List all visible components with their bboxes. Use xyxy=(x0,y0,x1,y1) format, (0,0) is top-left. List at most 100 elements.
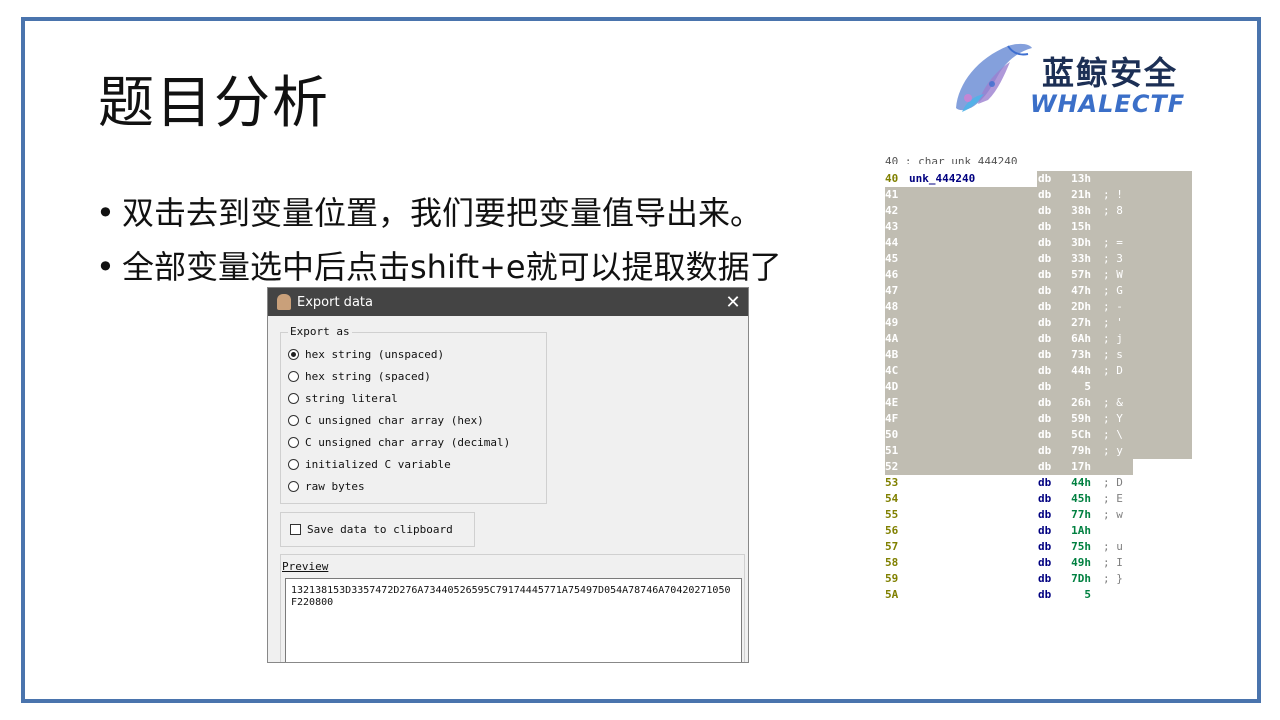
preview-textarea[interactable]: 132138153D3357472D276A73440526595C791744… xyxy=(285,578,742,662)
ida-row[interactable]: 4B db 73h ; s xyxy=(885,347,1195,363)
ida-row[interactable]: 4E db 26h ; & xyxy=(885,395,1195,411)
radio-button[interactable] xyxy=(288,481,299,492)
ida-row[interactable]: 42 db 38h ; 8 xyxy=(885,203,1195,219)
directive: db xyxy=(1038,284,1052,297)
directive: db xyxy=(1038,508,1052,521)
radio-button[interactable] xyxy=(288,459,299,470)
byte-value: 5 xyxy=(1084,588,1091,601)
option-label: hex string (spaced) xyxy=(305,370,431,383)
radio-button[interactable] xyxy=(288,349,299,360)
dialog-titlebar[interactable]: Export data ✕ xyxy=(268,288,748,316)
address: 43 xyxy=(885,220,899,233)
option-c-array-decimal[interactable]: C unsigned char array (decimal) xyxy=(288,436,510,449)
byte-value: 47h xyxy=(1071,284,1091,297)
directive: db xyxy=(1038,380,1052,393)
directive: db xyxy=(1038,396,1052,409)
bullet-list: • 双击去到变量位置，我们要把变量值导出来。 • 全部变量选中后点击shift+e就… xyxy=(96,186,782,294)
ida-partial-line: 40 ; char unk_444240 xyxy=(885,157,1018,164)
ida-row[interactable]: 49 db 27h ; ' xyxy=(885,315,1195,331)
char-comment: ; w xyxy=(1103,508,1123,521)
char-comment: ; 3 xyxy=(1103,252,1123,265)
ida-row[interactable]: 48 db 2Dh ; - xyxy=(885,299,1195,315)
address: 4B xyxy=(885,348,899,361)
checkbox[interactable] xyxy=(290,524,301,535)
dialog-title: Export data xyxy=(297,294,373,310)
directive: db xyxy=(1038,220,1052,233)
char-comment: ; 8 xyxy=(1103,204,1123,217)
directive: db xyxy=(1038,300,1052,313)
ida-row[interactable]: 43 db 15h xyxy=(885,219,1195,235)
directive: db xyxy=(1038,524,1052,537)
option-hex-spaced[interactable]: hex string (spaced) xyxy=(288,370,431,383)
address: 51 xyxy=(885,444,899,457)
option-label: C unsigned char array (hex) xyxy=(305,414,484,427)
address: 5A xyxy=(885,588,899,601)
ida-row[interactable]: 40 unk_444240 db 13h xyxy=(885,171,1195,187)
char-comment: ; W xyxy=(1103,268,1123,281)
radio-button[interactable] xyxy=(288,393,299,404)
radio-button[interactable] xyxy=(288,371,299,382)
byte-value: 5 xyxy=(1084,380,1091,393)
ida-row[interactable]: 58 db 49h ; I xyxy=(885,555,1195,571)
address: 58 xyxy=(885,556,899,569)
directive: db xyxy=(1038,444,1052,457)
ida-row[interactable]: 50 db 5Ch ; \ xyxy=(885,427,1195,443)
address: 40 xyxy=(885,172,899,185)
bullet-marker: • xyxy=(96,194,115,232)
ida-row[interactable]: 55 db 77h ; w xyxy=(885,507,1195,523)
logo: 蓝鲸安全 WHALECTF xyxy=(948,38,1233,120)
radio-button[interactable] xyxy=(288,437,299,448)
save-to-clipboard-checkbox[interactable]: Save data to clipboard xyxy=(290,523,453,536)
option-initialized-c-variable[interactable]: initialized C variable xyxy=(288,458,451,471)
slide-title: 题目分析 xyxy=(98,71,330,136)
byte-value: 33h xyxy=(1071,252,1091,265)
byte-value: 27h xyxy=(1071,316,1091,329)
ida-row[interactable]: 45 db 33h ; 3 xyxy=(885,251,1195,267)
export-as-label: Export as xyxy=(288,325,352,338)
ida-row[interactable]: 57 db 75h ; u xyxy=(885,539,1195,555)
close-icon[interactable]: ✕ xyxy=(722,292,744,313)
option-string-literal[interactable]: string literal xyxy=(288,392,398,405)
ida-row[interactable]: 4F db 59h ; Y xyxy=(885,411,1195,427)
char-comment: ; j xyxy=(1103,332,1123,345)
radio-button[interactable] xyxy=(288,415,299,426)
byte-value: 3Dh xyxy=(1071,236,1091,249)
ida-row[interactable]: 59 db 7Dh ; } xyxy=(885,571,1195,587)
ida-row[interactable]: 56 db 1Ah xyxy=(885,523,1195,539)
ida-row[interactable]: 4D db 5 xyxy=(885,379,1195,395)
address: 55 xyxy=(885,508,899,521)
address: 4F xyxy=(885,412,899,425)
directive: db xyxy=(1038,492,1052,505)
symbol-label: unk_444240 xyxy=(909,172,976,185)
option-label: hex string (unspaced) xyxy=(305,348,445,361)
option-hex-unspaced[interactable]: hex string (unspaced) xyxy=(288,348,444,361)
ida-row[interactable]: 53 db 44h ; D xyxy=(885,475,1195,491)
ida-row[interactable]: 44 db 3Dh ; = xyxy=(885,235,1195,251)
option-raw-bytes[interactable]: raw bytes xyxy=(288,480,365,493)
ida-row[interactable]: 46 db 57h ; W xyxy=(885,267,1195,283)
option-label: initialized C variable xyxy=(305,458,451,471)
byte-value: 77h xyxy=(1071,508,1091,521)
directive: db xyxy=(1038,332,1052,345)
byte-value: 75h xyxy=(1071,540,1091,553)
ida-row[interactable]: 47 db 47h ; G xyxy=(885,283,1195,299)
ida-row[interactable]: 51 db 79h ; y xyxy=(885,443,1195,459)
byte-value: 13h xyxy=(1071,172,1091,185)
ida-row[interactable]: 41 db 21h ; ! xyxy=(885,187,1195,203)
address: 52 xyxy=(885,460,899,473)
ida-row[interactable]: 54 db 45h ; E xyxy=(885,491,1195,507)
address: 47 xyxy=(885,284,899,297)
ida-row[interactable]: 4C db 44h ; D xyxy=(885,363,1195,379)
byte-value: 45h xyxy=(1071,492,1091,505)
address: 45 xyxy=(885,252,899,265)
char-comment: ; D xyxy=(1103,476,1123,489)
byte-value: 17h xyxy=(1071,460,1091,473)
ida-row[interactable]: 4A db 6Ah ; j xyxy=(885,331,1195,347)
byte-value: 44h xyxy=(1071,476,1091,489)
option-c-array-hex[interactable]: C unsigned char array (hex) xyxy=(288,414,484,427)
ida-row[interactable]: 5A db 5 xyxy=(885,587,1195,603)
directive: db xyxy=(1038,588,1052,601)
app-icon xyxy=(277,294,291,310)
byte-value: 1Ah xyxy=(1071,524,1091,537)
ida-row[interactable]: 52 db 17h xyxy=(885,459,1195,475)
